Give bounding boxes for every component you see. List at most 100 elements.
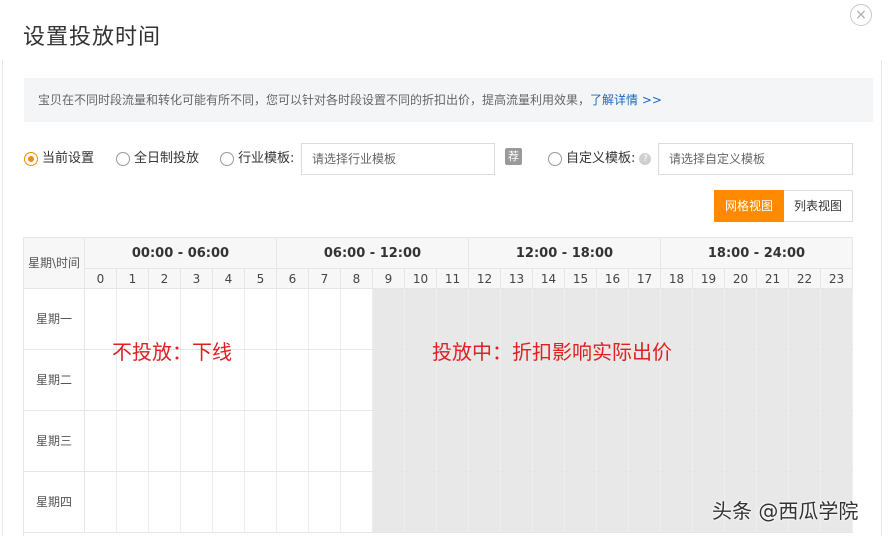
schedule-cell-active[interactable]: [437, 411, 469, 471]
schedule-cell-off[interactable]: [277, 472, 309, 532]
schedule-cell-active[interactable]: [437, 472, 469, 532]
hour-header: 4: [213, 269, 245, 289]
schedule-cell-off[interactable]: [309, 411, 341, 471]
notice-text: 宝贝在不同时段流量和转化可能有所不同，您可以针对各时段设置不同的折扣出价，提高流…: [38, 93, 591, 107]
hour-header: 13: [501, 269, 533, 289]
schedule-cell-active[interactable]: [597, 472, 629, 532]
schedule-cell-off[interactable]: [309, 472, 341, 532]
radio-unchecked-icon: [116, 152, 130, 166]
radio-industry-template[interactable]: 行业模板:: [220, 143, 294, 175]
schedule-cell-active[interactable]: [629, 411, 661, 471]
hour-header: 5: [245, 269, 277, 289]
schedule-cell-active[interactable]: [821, 411, 853, 471]
schedule-cell-active[interactable]: [693, 411, 725, 471]
schedule-cell-active[interactable]: [373, 350, 405, 410]
schedule-cell-active[interactable]: [501, 411, 533, 471]
list-view-button[interactable]: 列表视图: [784, 190, 854, 222]
schedule-cell-active[interactable]: [725, 350, 757, 410]
custom-template-select[interactable]: 请选择自定义模板: [658, 143, 853, 175]
hour-header: 21: [757, 269, 789, 289]
schedule-cell-active[interactable]: [501, 472, 533, 532]
schedule-cell-active[interactable]: [405, 472, 437, 532]
schedule-cell-off[interactable]: [181, 472, 213, 532]
schedule-cell-off[interactable]: [213, 411, 245, 471]
schedule-cell-off[interactable]: [245, 289, 277, 349]
schedule-cell-off[interactable]: [277, 350, 309, 410]
schedule-cell-active[interactable]: [789, 289, 821, 349]
grid-view-button[interactable]: 网格视图: [714, 190, 785, 222]
schedule-cell-off[interactable]: [85, 472, 117, 532]
template-options: 当前设置 全日制投放 行业模板: 请选择行业模板 荐 自定义模板: ? 请选择自…: [24, 143, 874, 175]
close-icon[interactable]: ×: [850, 4, 872, 26]
schedule-cell-active[interactable]: [373, 289, 405, 349]
help-icon[interactable]: ?: [639, 153, 652, 165]
schedule-cell-off[interactable]: [309, 289, 341, 349]
hour-header: 9: [373, 269, 405, 289]
schedule-cell-off[interactable]: [277, 289, 309, 349]
hour-header: 7: [309, 269, 341, 289]
schedule-cell-active[interactable]: [789, 350, 821, 410]
dialog-right-border: [881, 60, 882, 536]
dialog-left-border: [2, 60, 3, 536]
schedule-cell-active[interactable]: [693, 350, 725, 410]
schedule-cell-off[interactable]: [309, 350, 341, 410]
industry-template-select[interactable]: 请选择行业模板: [301, 143, 495, 175]
schedule-cell-off[interactable]: [149, 472, 181, 532]
annotation-active: 投放中：折扣影响实际出价: [432, 340, 672, 364]
grid-corner-label: 星期\时间: [24, 238, 85, 289]
schedule-cell-active[interactable]: [725, 411, 757, 471]
time-setting-dialog: 设置投放时间 × 宝贝在不同时段流量和转化可能有所不同，您可以针对各时段设置不同…: [0, 0, 895, 536]
schedule-cell-off[interactable]: [245, 350, 277, 410]
radio-unchecked-icon: [548, 152, 562, 166]
schedule-cell-off[interactable]: [245, 411, 277, 471]
schedule-cell-off[interactable]: [341, 411, 373, 471]
schedule-cell-off[interactable]: [149, 411, 181, 471]
learn-more-link[interactable]: 了解详情 >>: [590, 93, 662, 107]
schedule-cell-active[interactable]: [821, 289, 853, 349]
schedule-cell-active[interactable]: [789, 411, 821, 471]
schedule-cell-active[interactable]: [373, 411, 405, 471]
radio-all-day-label: 全日制投放: [134, 151, 200, 166]
schedule-cell-active[interactable]: [757, 411, 789, 471]
schedule-cell-off[interactable]: [341, 289, 373, 349]
schedule-cell-off[interactable]: [277, 411, 309, 471]
hour-header: 19: [693, 269, 725, 289]
day-label: 星期一: [24, 289, 85, 349]
watermark: 头条 @西瓜学院: [712, 499, 859, 523]
radio-current-setting[interactable]: 当前设置: [24, 143, 94, 175]
schedule-cell-active[interactable]: [757, 350, 789, 410]
schedule-cell-off[interactable]: [341, 350, 373, 410]
schedule-cell-off[interactable]: [213, 472, 245, 532]
schedule-cell-off[interactable]: [341, 472, 373, 532]
schedule-cell-active[interactable]: [565, 472, 597, 532]
schedule-cell-active[interactable]: [533, 472, 565, 532]
schedule-cell-active[interactable]: [373, 472, 405, 532]
schedule-cell-active[interactable]: [661, 472, 693, 532]
schedule-cell-active[interactable]: [661, 411, 693, 471]
schedule-cell-active[interactable]: [821, 350, 853, 410]
schedule-cell-active[interactable]: [725, 289, 757, 349]
radio-custom-template[interactable]: 自定义模板: ?: [548, 143, 652, 175]
schedule-cell-off[interactable]: [117, 472, 149, 532]
dialog-title: 设置投放时间: [23, 25, 162, 50]
schedule-cell-active[interactable]: [533, 411, 565, 471]
hour-header: 16: [597, 269, 629, 289]
schedule-cell-active[interactable]: [565, 411, 597, 471]
schedule-cell-active[interactable]: [693, 289, 725, 349]
schedule-cell-active[interactable]: [469, 411, 501, 471]
schedule-cell-off[interactable]: [181, 411, 213, 471]
schedule-cell-active[interactable]: [597, 411, 629, 471]
schedule-cell-active[interactable]: [757, 289, 789, 349]
time-range-header: 12:00 - 18:00: [469, 238, 661, 269]
schedule-cell-active[interactable]: [469, 472, 501, 532]
schedule-cell-off[interactable]: [117, 411, 149, 471]
schedule-cell-active[interactable]: [405, 411, 437, 471]
schedule-cell-off[interactable]: [85, 411, 117, 471]
radio-industry-label: 行业模板:: [238, 151, 295, 166]
radio-all-day[interactable]: 全日制投放: [116, 143, 199, 175]
hour-header: 11: [437, 269, 469, 289]
schedule-cell-active[interactable]: [629, 472, 661, 532]
schedule-cell-off[interactable]: [245, 472, 277, 532]
grid-header: 星期\时间 00:00 - 06:00 06:00 - 12:00 12:00 - …: [24, 237, 853, 289]
recommend-badge: 荐: [505, 148, 522, 165]
